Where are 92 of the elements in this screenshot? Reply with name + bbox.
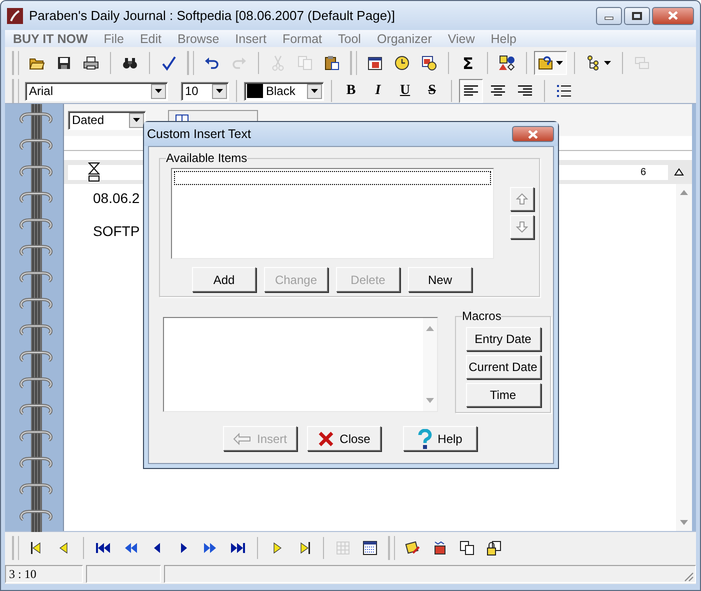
copy-pages-icon [297, 55, 313, 71]
binoculars-icon [122, 55, 138, 71]
bold-button[interactable]: B [339, 79, 363, 103]
folder-question-icon [538, 55, 554, 71]
menu-item[interactable]: Browse [169, 32, 228, 46]
app-icon [7, 8, 23, 24]
maximize-icon [632, 12, 642, 20]
toolbar-grip[interactable] [388, 536, 395, 560]
menu-item[interactable]: Insert [227, 32, 274, 46]
scrollbar[interactable] [676, 184, 692, 531]
strike-button[interactable]: S [420, 79, 444, 103]
italic-button[interactable]: I [366, 79, 390, 103]
menu-item[interactable]: View [440, 32, 483, 46]
toolbar-grip[interactable] [187, 51, 194, 75]
maximize-button[interactable] [624, 6, 650, 24]
toolbar-grip[interactable] [12, 536, 19, 560]
macro-button[interactable]: Time [466, 383, 540, 407]
clock-icon [394, 55, 410, 71]
page-text: 08.06.2 [93, 190, 140, 207]
scroll-up-icon [680, 190, 688, 195]
close-icon [667, 11, 679, 20]
view-dropdown[interactable]: Dated [68, 110, 146, 130]
cross-icon [318, 430, 334, 446]
window-title: Paraben's Daily Journal : Softpedia [08.06.2007 (Default Page)] [29, 8, 396, 23]
menu-item[interactable]: Edit [132, 32, 170, 46]
ruler-number: 6 [640, 166, 646, 178]
scroll-down-icon [426, 398, 434, 403]
calendar-grid-icon [362, 540, 378, 556]
table-grid-icon [335, 540, 351, 556]
redo-arrow-icon [231, 55, 247, 71]
close-button[interactable] [652, 6, 694, 24]
stamp-icon [432, 540, 448, 556]
font-size-dropdown[interactable]: 10 [181, 82, 229, 100]
dialog-button[interactable]: Add [192, 267, 256, 292]
calendar-icon [367, 55, 383, 71]
font-dropdown[interactable]: Arial [25, 82, 168, 100]
skip-end-icon [230, 540, 246, 556]
caret-icon [556, 61, 563, 65]
group-label: Macros [462, 309, 502, 323]
caret-icon [155, 89, 162, 93]
pages-icon [459, 540, 475, 556]
close-button[interactable] [512, 126, 554, 142]
caret-icon [216, 89, 223, 93]
macro-button[interactable]: Current Date [466, 355, 540, 379]
close-button[interactable]: Close [307, 426, 381, 451]
toolbar-button[interactable]: Σ [456, 51, 480, 75]
menu-item[interactable]: Tool [330, 32, 369, 46]
arrow-left-icon [232, 432, 251, 444]
items-list[interactable] [171, 168, 494, 259]
clipboard-icon [324, 55, 340, 71]
macro-button[interactable]: Entry Date [466, 327, 540, 351]
menu-item[interactable]: Format [274, 32, 330, 46]
status-text: 3 : 10 [5, 565, 83, 583]
arrow-up-icon [516, 193, 528, 205]
bullet-list-icon [556, 83, 572, 99]
menu-item[interactable]: File [96, 32, 132, 46]
menu-item[interactable]: Organizer [368, 32, 440, 46]
scroll-up-icon [426, 326, 434, 331]
shapes-icon [499, 55, 515, 71]
undo-arrow-icon [204, 55, 220, 71]
promo-menu-item[interactable]: BUY IT NOW [5, 32, 96, 46]
scissors-icon [270, 55, 286, 71]
caret-icon [133, 118, 140, 122]
list-focus-row[interactable] [174, 171, 491, 185]
stacked-windows-icon [634, 55, 650, 71]
dialog-title: Custom Insert Text [147, 127, 251, 141]
skip-start-icon [95, 540, 111, 556]
question-mark-icon [418, 428, 432, 448]
toolbar-button[interactable] [534, 51, 567, 75]
toolbar-grip[interactable] [12, 51, 19, 75]
arrow-down-icon [516, 221, 528, 233]
minimize-button[interactable] [596, 6, 622, 24]
caret-icon [311, 89, 318, 93]
scroll-down-icon [680, 520, 688, 525]
close-icon [527, 130, 539, 138]
align-button[interactable] [459, 79, 483, 103]
color-dropdown[interactable]: Black [244, 82, 324, 100]
tab-marker-icon [674, 168, 684, 176]
scrollbar[interactable] [423, 318, 437, 411]
dialog-button[interactable]: New [408, 267, 472, 292]
calendar-clock-icon [421, 55, 437, 71]
toolbar-grip[interactable] [350, 51, 357, 75]
caret-icon [604, 61, 611, 65]
checkmark-icon [161, 55, 177, 71]
underline-button[interactable]: U [393, 79, 417, 103]
padlock-icon [486, 540, 502, 556]
group-label: Available Items [166, 151, 248, 165]
page-text: SOFTP [93, 223, 140, 240]
resize-grip-icon[interactable] [682, 570, 694, 582]
printer-icon [83, 55, 99, 71]
help-button[interactable]: Help [403, 426, 477, 451]
menu-item[interactable]: Help [482, 32, 524, 46]
